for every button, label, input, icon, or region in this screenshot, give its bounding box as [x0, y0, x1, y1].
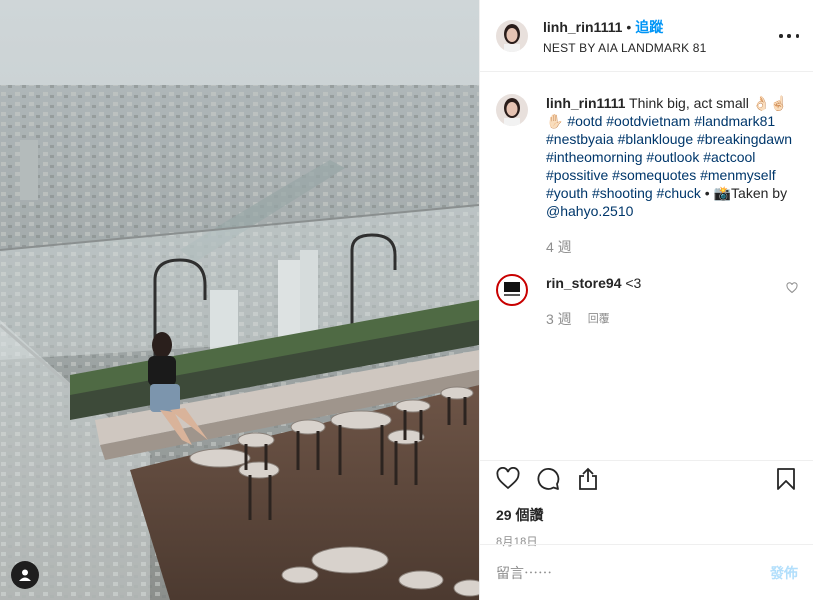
- comment-username[interactable]: rin_store94: [546, 275, 621, 291]
- comment-age[interactable]: 3 週: [546, 310, 572, 328]
- follow-button[interactable]: 追蹤: [635, 17, 663, 37]
- hashtag-link[interactable]: #blanklouge: [618, 131, 694, 147]
- hashtag-link[interactable]: #intheomorning: [546, 149, 643, 165]
- author-avatar[interactable]: [496, 94, 528, 126]
- mention-link[interactable]: @hahyo.2510: [546, 203, 633, 219]
- caption-username[interactable]: linh_rin1111: [546, 95, 625, 111]
- hashtag-link[interactable]: #chuck: [657, 185, 701, 201]
- share-icon[interactable]: [576, 467, 600, 491]
- comment-text: <3: [625, 275, 642, 291]
- caption-emoji: ✋🏻: [546, 113, 564, 129]
- post-sidebar: linh_rin1111 • 追蹤 NEST BY AIA LANDMARK 8…: [479, 0, 813, 600]
- hashtag-link[interactable]: #somequotes: [612, 167, 696, 183]
- post-header: linh_rin1111 • 追蹤 NEST BY AIA LANDMARK 8…: [480, 0, 813, 72]
- hashtag-link[interactable]: #menmyself: [700, 167, 775, 183]
- post-comment-button[interactable]: 發佈: [770, 563, 798, 583]
- post-actions: 29 個讚 8月18日: [480, 460, 813, 549]
- separator-dot: •: [626, 18, 632, 35]
- caption-bullet: •: [704, 185, 710, 201]
- commenter-avatar[interactable]: [496, 274, 528, 306]
- author-username[interactable]: linh_rin1111: [543, 19, 622, 35]
- hashtag-link[interactable]: #nestbyaia: [546, 131, 614, 147]
- reply-button[interactable]: 回覆: [588, 310, 610, 328]
- taken-by-text: Taken by: [731, 185, 788, 201]
- caption-comment: linh_rin1111 Think big, act small 👌🏻☝🏻 ✋…: [496, 94, 798, 256]
- small-heart-icon[interactable]: [786, 282, 798, 294]
- comment-item: rin_store94 <3 3 週 回覆: [496, 274, 798, 328]
- hashtag-link[interactable]: #landmark81: [694, 113, 775, 129]
- comment-icon[interactable]: [536, 467, 560, 491]
- camera-emoji: 📸: [713, 185, 732, 201]
- likes-count[interactable]: 29 個讚: [496, 505, 798, 525]
- hashtag-link[interactable]: #outlook: [646, 149, 699, 165]
- hashtag-link[interactable]: #possitive: [546, 167, 608, 183]
- comments-list: linh_rin1111 Think big, act small 👌🏻☝🏻 ✋…: [480, 72, 813, 460]
- caption-age[interactable]: 4 週: [546, 238, 572, 256]
- caption-text: Think big, act small: [629, 95, 749, 111]
- hashtag-link[interactable]: #youth: [546, 185, 588, 201]
- heart-icon[interactable]: [496, 467, 520, 491]
- comment-input[interactable]: [496, 564, 770, 581]
- caption-emoji: 👌🏻☝🏻: [752, 95, 788, 111]
- profile-icon[interactable]: [11, 561, 39, 589]
- author-avatar[interactable]: [496, 19, 528, 52]
- hashtag-link[interactable]: #actcool: [703, 149, 755, 165]
- hashtag-link[interactable]: #ootd: [567, 113, 602, 129]
- hashtag-link[interactable]: #breakingdawn: [697, 131, 792, 147]
- post-location[interactable]: NEST BY AIA LANDMARK 81: [543, 41, 707, 55]
- comment-composer: 發佈: [480, 544, 813, 600]
- hashtag-link[interactable]: #ootdvietnam: [606, 113, 690, 129]
- bookmark-icon[interactable]: [774, 467, 798, 491]
- more-icon[interactable]: [779, 26, 799, 46]
- post-photo[interactable]: [0, 0, 479, 600]
- rooftop-city-photo: [0, 0, 479, 600]
- hashtag-link[interactable]: #shooting: [592, 185, 653, 201]
